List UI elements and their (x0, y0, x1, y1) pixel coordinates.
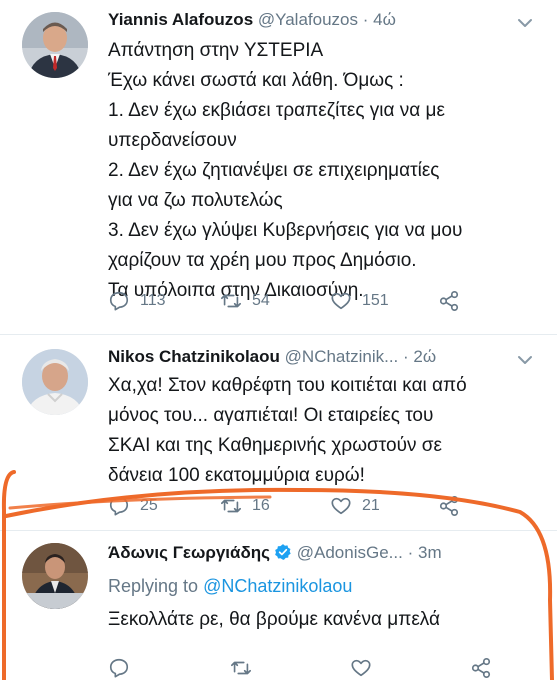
tweet-line: Έχω κάνει σωστά και λάθη. Όμως : (108, 70, 404, 91)
reply-count: 113 (140, 292, 166, 309)
tweet-line: δάνεια 100 εκατομμύρια ευρώ! (108, 465, 365, 486)
tweet-alafouzos[interactable]: Yiannis Alafouzos @Yalafouzos · 4ώ Απάντ… (0, 0, 557, 335)
author-name[interactable]: Άδωνις Γεωργιάδης (108, 543, 270, 562)
like-count: 21 (362, 497, 380, 514)
retweet-icon (231, 661, 251, 675)
retweet-count: 16 (252, 497, 270, 514)
separator-dot: · (407, 543, 414, 562)
timestamp[interactable]: 3m (418, 543, 442, 562)
share-button[interactable] (470, 657, 492, 679)
share-button[interactable] (438, 495, 460, 517)
share-icon (439, 291, 459, 311)
avatar-image (22, 349, 88, 415)
avatar-image (22, 543, 88, 609)
tweet-line: υπερδανείσουν (108, 130, 237, 151)
tweet-georgiadis[interactable]: Άδωνις Γεωργιάδης @AdonisGe... · 3m Repl… (0, 531, 557, 680)
replying-prefix: Replying to (108, 576, 204, 596)
reply-icon (109, 291, 129, 311)
tweet-text: Χα,χα! Στον καθρέφτη του κοιτιέται και α… (108, 371, 467, 491)
retweet-icon (221, 294, 241, 308)
replying-to: Replying to @NChatzinikolaou (108, 571, 440, 601)
share-icon (439, 496, 459, 516)
tweet-line: ΣΚΑΙ και της Καθημερινής χρωστούν σε (108, 435, 442, 456)
timestamp[interactable]: 2ώ (413, 347, 436, 366)
tweet-header: Yiannis Alafouzos @Yalafouzos · 4ώ (108, 10, 396, 30)
author-handle[interactable]: @NChatzinik... (285, 347, 399, 366)
retweet-button[interactable]: 16 (220, 495, 270, 517)
share-button[interactable] (438, 290, 460, 312)
tweet-chatzinikolaou[interactable]: Nikos Chatzinikolaou @NChatzinik... · 2ώ… (0, 335, 557, 531)
avatar-image (22, 12, 88, 78)
heart-icon (331, 497, 351, 515)
tweet-actions: 113 54 151 (108, 290, 528, 316)
author-name[interactable]: Yiannis Alafouzos (108, 10, 253, 29)
tweet-text: Απάντηση στην ΥΣΤΕΡΙΑ Έχω κάνει σωστά κα… (108, 36, 462, 306)
replying-to-link[interactable]: @NChatzinikolaou (203, 576, 352, 596)
like-count: 151 (362, 292, 389, 309)
tweet-header: Άδωνις Γεωργιάδης @AdonisGe... · 3m (108, 543, 442, 563)
retweet-count: 54 (252, 292, 270, 309)
tweet-text: Replying to @NChatzinikolaou Ξεκολλάτε ρ… (108, 571, 440, 635)
chevron-down-icon[interactable] (516, 14, 534, 32)
author-handle[interactable]: @Yalafouzos (258, 10, 358, 29)
share-icon (471, 658, 491, 678)
tweet-line: για να ζω πολυτελώς (108, 190, 283, 211)
tweet-line: Απάντηση στην ΥΣΤΕΡΙΑ (108, 40, 324, 61)
avatar-alafouzos[interactable] (22, 12, 88, 78)
chevron-down-icon[interactable] (516, 351, 534, 369)
retweet-button[interactable]: 54 (220, 290, 270, 312)
tweet-line: Ξεκολλάτε ρε, θα βρούμε κανένα μπελά (108, 609, 441, 630)
tweet-actions: 25 16 21 (108, 495, 528, 521)
tweet-line: 2. Δεν έχω ζητιανέψει σε επιχειρηματίες (108, 160, 440, 181)
reply-count: 25 (140, 497, 158, 514)
tweet-line: Χα,χα! Στον καθρέφτη του κοιτιέται και α… (108, 375, 467, 396)
avatar-chatzinikolaou[interactable] (22, 349, 88, 415)
avatar-georgiadis[interactable] (22, 543, 88, 609)
like-button[interactable] (350, 657, 372, 679)
like-button[interactable]: 151 (330, 290, 389, 312)
reply-icon (109, 658, 129, 678)
tweet-line: χαρίζουν τα χρέη μου προς Δημόσιο. (108, 250, 417, 271)
verified-badge-icon (275, 544, 291, 560)
timestamp[interactable]: 4ώ (373, 10, 396, 29)
separator-dot: · (403, 347, 409, 366)
tweet-line: 3. Δεν έχω γλύψει Κυβερνήσεις για να μου (108, 220, 463, 241)
heart-icon (351, 659, 371, 677)
tweet-line: μόνος του... αγαπιέται! Οι εταιρείες του (108, 405, 434, 426)
reply-button[interactable]: 113 (108, 290, 166, 312)
tweet-header: Nikos Chatzinikolaou @NChatzinik... · 2ώ (108, 347, 436, 367)
retweet-icon (221, 499, 241, 513)
like-button[interactable]: 21 (330, 495, 380, 517)
reply-button[interactable] (108, 657, 130, 679)
author-handle[interactable]: @AdonisGe... (297, 543, 403, 562)
author-name[interactable]: Nikos Chatzinikolaou (108, 347, 280, 366)
reply-icon (109, 496, 129, 516)
reply-button[interactable]: 25 (108, 495, 158, 517)
tweet-actions (108, 657, 528, 683)
tweet-line: 1. Δεν έχω εκβιάσει τραπεζίτες για να με (108, 100, 445, 121)
separator-dot: · (362, 10, 369, 29)
retweet-button[interactable] (230, 657, 252, 679)
heart-icon (331, 292, 351, 310)
